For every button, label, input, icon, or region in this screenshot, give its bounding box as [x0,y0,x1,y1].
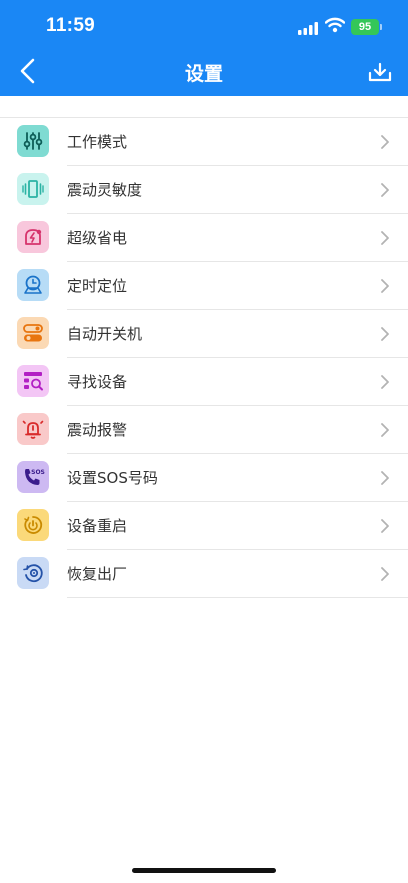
chevron-right-icon [380,518,390,538]
vibration-icon [17,173,49,205]
battery-indicator: 95 [351,19,379,35]
chevron-right-icon [380,230,390,250]
chevron-right-icon [380,422,390,442]
chevron-right-icon [380,566,390,586]
menu-item-vibration-alarm[interactable]: 震动报警 [17,406,408,454]
menu-item-label: 震动报警 [67,421,128,439]
sliders-icon [17,125,49,157]
settings-list: 工作模式 震动灵敏度 超级省电 定时定位 自动开关机 寻找设备 震动报警 SOS… [0,117,408,598]
restart-icon [17,509,49,541]
menu-item-label: 震动灵敏度 [67,181,143,199]
download-icon [368,62,392,82]
download-button[interactable] [365,58,395,88]
menu-item-label: 恢复出厂 [67,565,128,583]
menu-item-device-restart[interactable]: 设备重启 [17,502,408,550]
sos-phone-icon: SOS [17,461,49,493]
svg-text:SOS: SOS [31,469,45,476]
battery-cap [380,24,382,30]
menu-item-auto-power-on-off[interactable]: 自动开关机 [17,310,408,358]
chevron-right-icon [380,182,390,202]
menu-item-label: 自动开关机 [67,325,143,343]
menu-item-label: 定时定位 [67,277,128,295]
chevron-right-icon [380,470,390,490]
menu-item-work-mode[interactable]: 工作模式 [17,118,408,166]
menu-item-vibration-sensitivity[interactable]: 震动灵敏度 [17,166,408,214]
top-bar: 11:59 95 设置 [0,0,408,96]
chevron-right-icon [380,326,390,346]
menu-item-label: 工作模式 [67,133,128,151]
menu-item-set-sos-number[interactable]: SOS 设置SOS号码 [17,454,408,502]
chevron-right-icon [380,278,390,298]
status-time: 11:59 [46,15,96,36]
menu-item-super-power-saving[interactable]: 超级省电 [17,214,408,262]
home-indicator[interactable] [132,868,276,873]
chevron-right-icon [380,374,390,394]
page-title: 设置 [184,63,223,85]
menu-item-label: 寻找设备 [67,373,128,391]
menu-item-label: 超级省电 [67,229,128,247]
power-saving-icon [17,221,49,253]
menu-item-label: 设备重启 [67,517,128,535]
timed-location-icon [17,269,49,301]
chevron-right-icon [380,134,390,154]
menu-item-factory-reset[interactable]: 恢复出厂 [17,550,408,598]
toggle-icon [17,317,49,349]
menu-item-label: 设置SOS号码 [67,469,158,487]
cellular-signal-icon [298,20,318,39]
find-device-icon [17,365,49,397]
wifi-icon [324,17,346,37]
alarm-bell-icon [17,413,49,445]
menu-item-find-device[interactable]: 寻找设备 [17,358,408,406]
menu-item-timed-location[interactable]: 定时定位 [17,262,408,310]
factory-reset-icon [17,557,49,589]
